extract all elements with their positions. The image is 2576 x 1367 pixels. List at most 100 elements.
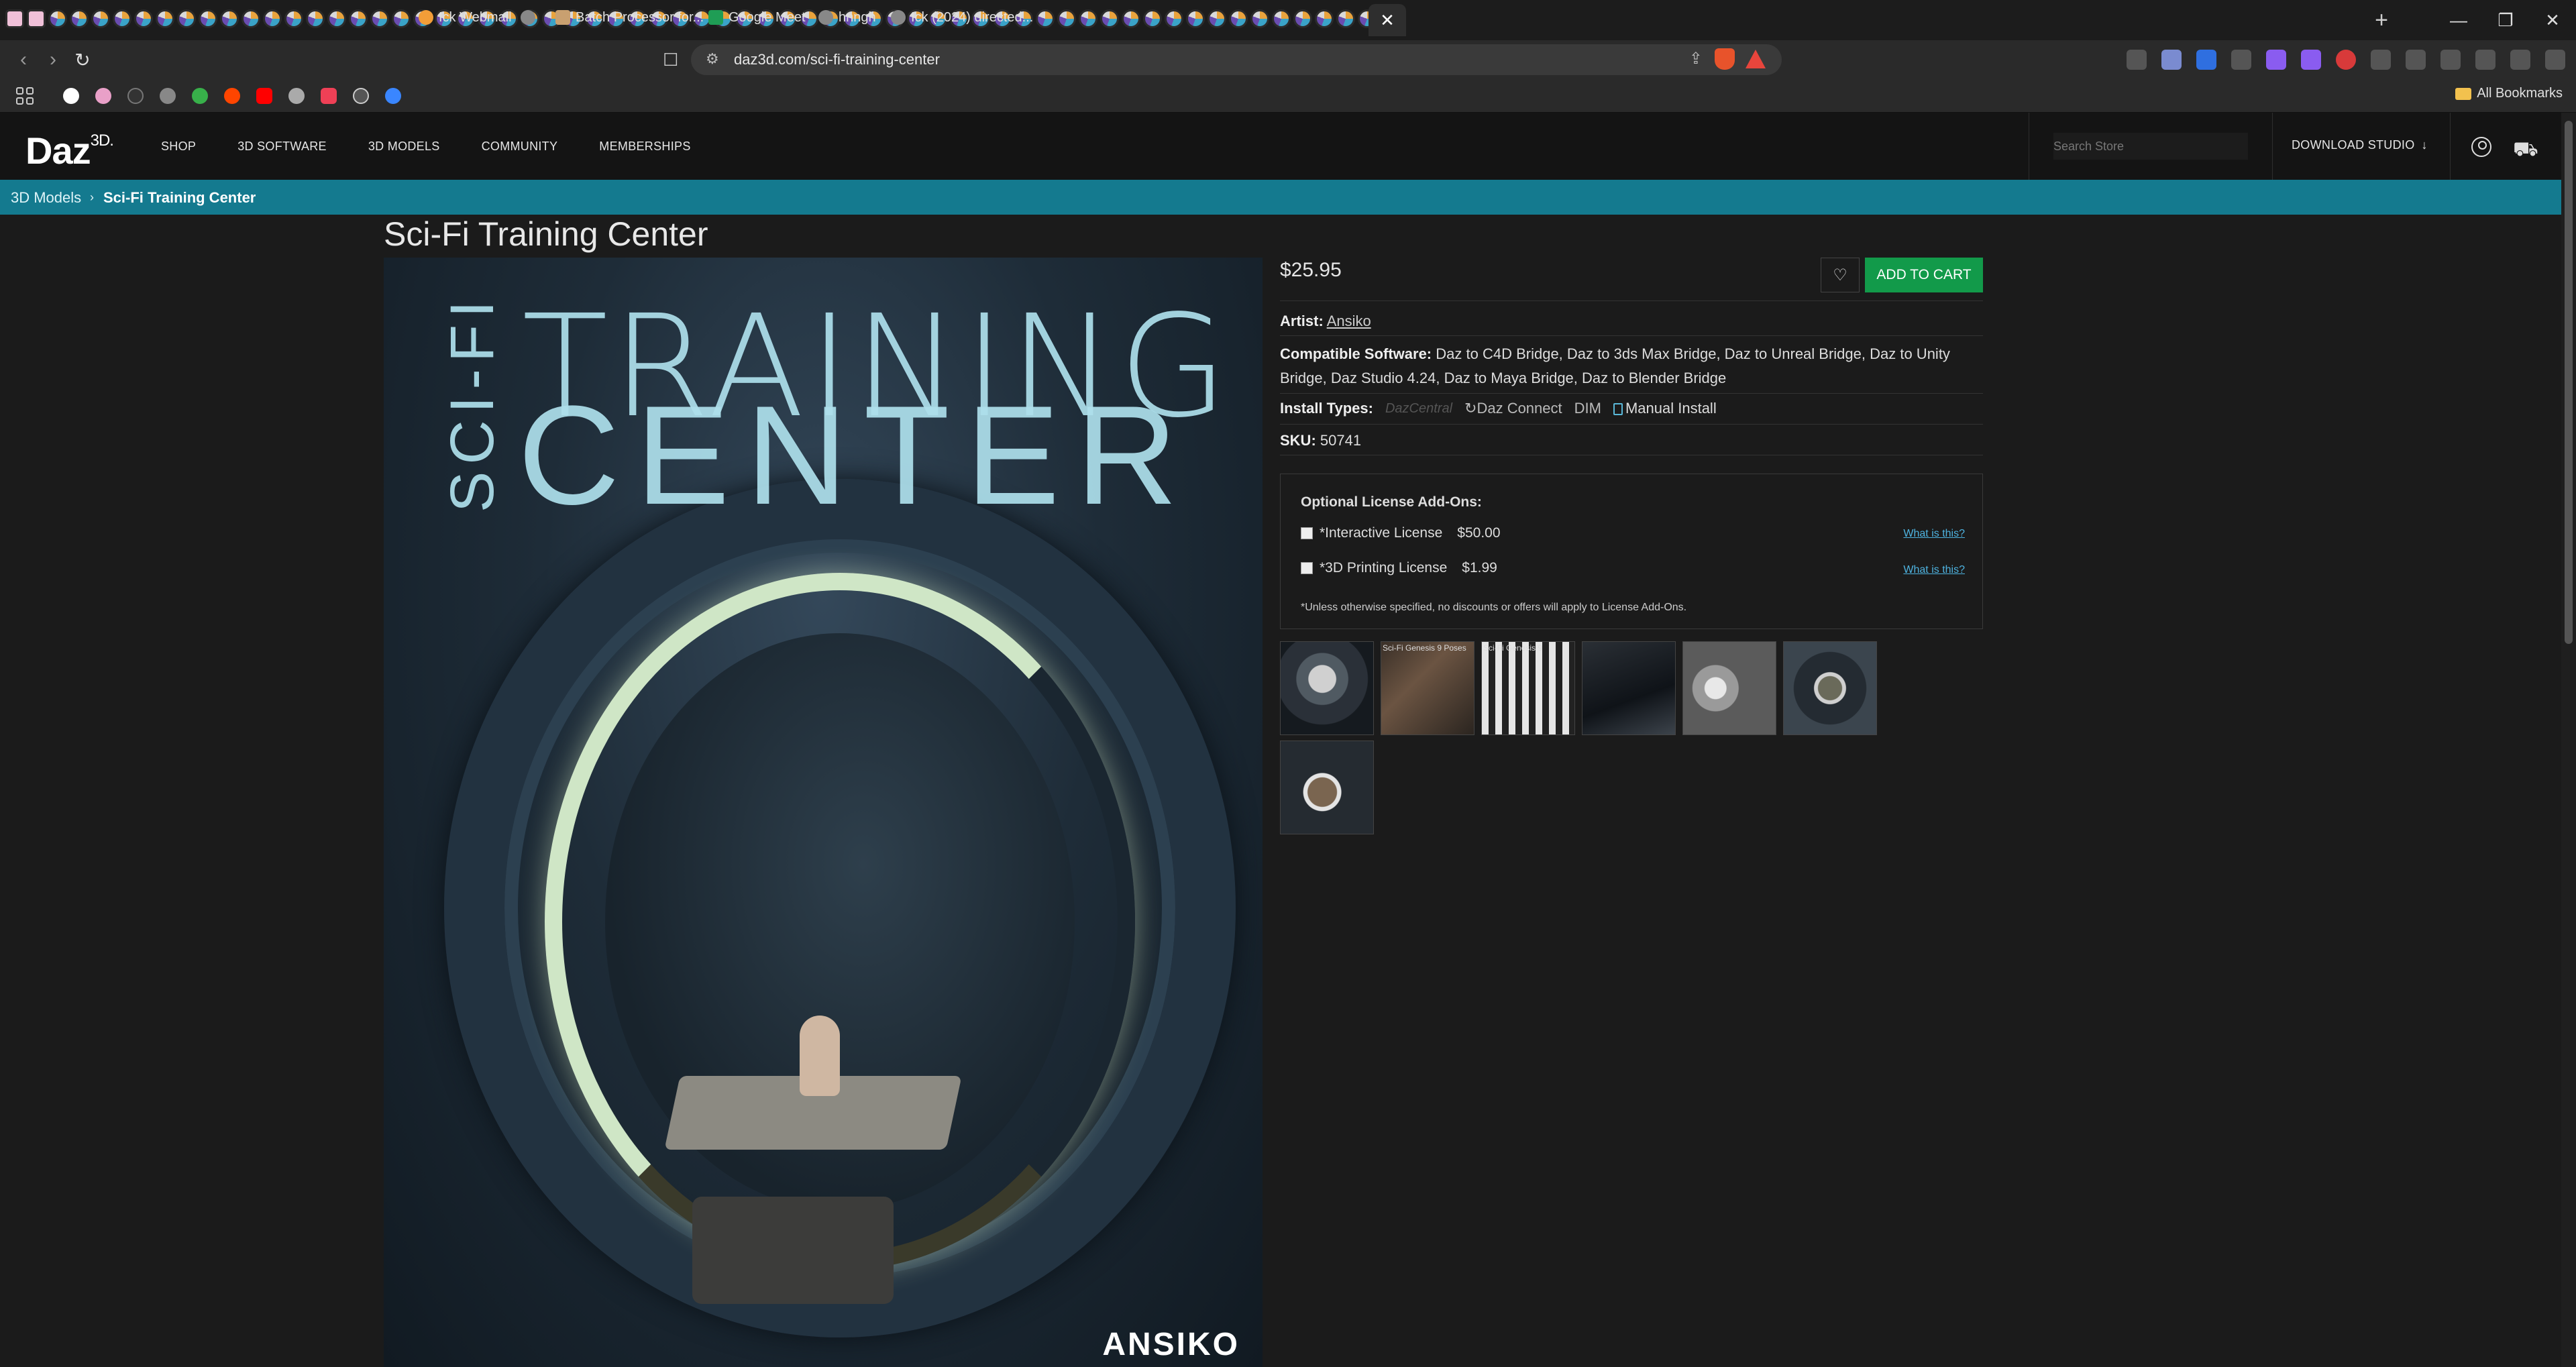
bookmark-icon[interactable] xyxy=(353,88,369,104)
vpn-icon[interactable] xyxy=(2545,50,2565,70)
bookmark-ick-webmail[interactable]: Ick Webmail xyxy=(419,8,512,27)
product-main-image[interactable]: TRAINING CENTER SCI-FI ANSIKO xyxy=(384,258,1263,1367)
bookmark-icon[interactable] xyxy=(288,88,305,104)
download-studio-button[interactable]: DOWNLOAD STUDIO ↓ xyxy=(2292,138,2428,152)
3d-printing-license-row[interactable]: *3D Printing License $1.99 xyxy=(1301,560,1497,576)
add-to-cart-button[interactable]: ADD TO CART xyxy=(1865,258,1983,292)
minimize-icon[interactable]: — xyxy=(2435,0,2482,40)
tab-favicon[interactable] xyxy=(1122,9,1140,28)
3d-printing-license-checkbox[interactable] xyxy=(1301,562,1313,574)
tab-favicon[interactable] xyxy=(134,9,153,28)
google-icon[interactable] xyxy=(63,88,79,104)
tab-favicon[interactable] xyxy=(349,9,368,28)
bookmark-icon[interactable] xyxy=(192,88,208,104)
what-is-this-link[interactable]: What is this? xyxy=(1903,528,1965,540)
active-tab-close-icon[interactable]: ✕ xyxy=(1368,4,1406,36)
extension-icon[interactable] xyxy=(2371,50,2391,70)
tab-favicon[interactable] xyxy=(1293,9,1312,28)
bookmark-hnngh[interactable]: hnngh xyxy=(818,8,876,27)
extension-icon[interactable] xyxy=(2231,50,2251,70)
cart-icon[interactable]: ⛟ xyxy=(2513,138,2538,164)
extension-icon[interactable] xyxy=(2336,50,2356,70)
bookmark-icon[interactable] xyxy=(160,88,176,104)
tab-favicon[interactable] xyxy=(177,9,196,28)
thumbnail[interactable] xyxy=(1783,641,1877,735)
tab-favicon[interactable] xyxy=(91,9,110,28)
tab-favicon[interactable] xyxy=(70,9,89,28)
tab-favicon[interactable] xyxy=(48,9,67,28)
nav-memberships[interactable]: MEMBERSHIPS xyxy=(599,140,690,154)
artist-link[interactable]: Ansiko xyxy=(1327,313,1371,329)
bookmark-globe-icon[interactable] xyxy=(521,8,535,27)
tab-favicon[interactable] xyxy=(1336,9,1355,28)
new-tab-icon[interactable]: + xyxy=(2368,7,2395,34)
reload-icon[interactable]: ↻ xyxy=(68,46,97,74)
thumbnail[interactable] xyxy=(1582,641,1676,735)
tab-favicon[interactable] xyxy=(306,9,325,28)
tab-favicon[interactable] xyxy=(241,9,260,28)
tab-favicon[interactable] xyxy=(1250,9,1269,28)
tab-favicon[interactable] xyxy=(1186,9,1205,28)
tab-favicon[interactable] xyxy=(1143,9,1162,28)
tab-favicon[interactable] xyxy=(1079,9,1097,28)
bookmark-batch-processor[interactable]: Batch Processor for... xyxy=(555,8,704,27)
nav-3d-models[interactable]: 3D MODELS xyxy=(368,140,440,154)
tab-favicon[interactable] xyxy=(284,9,303,28)
sidebar-icon[interactable] xyxy=(2440,50,2461,70)
back-icon[interactable]: ‹ xyxy=(9,46,38,74)
leo-ai-icon[interactable] xyxy=(2510,50,2530,70)
tab-favicon[interactable] xyxy=(220,9,239,28)
brave-rewards-icon[interactable] xyxy=(1746,50,1766,68)
extensions-puzzle-icon[interactable] xyxy=(2406,50,2426,70)
search-input[interactable] xyxy=(2053,133,2248,160)
nav-3d-software[interactable]: 3D SOFTWARE xyxy=(237,140,327,154)
site-settings-icon[interactable]: ⚙ xyxy=(706,50,719,68)
close-window-icon[interactable]: ✕ xyxy=(2529,0,2576,40)
bookmark-ick-2024[interactable]: Ick (2024) directed... xyxy=(891,8,1033,27)
tab-favicon[interactable] xyxy=(1100,9,1119,28)
breadcrumb-3d-models[interactable]: 3D Models xyxy=(11,189,81,207)
extension-icon[interactable] xyxy=(2301,50,2321,70)
extension-icon[interactable] xyxy=(2161,50,2182,70)
reddit-icon[interactable] xyxy=(224,88,240,104)
extension-icon[interactable] xyxy=(2266,50,2286,70)
thumbnail[interactable]: Sci-Fi Genesis 9 xyxy=(1481,641,1575,735)
tab-favicon[interactable] xyxy=(5,9,24,28)
bookmark-icon[interactable] xyxy=(95,88,111,104)
nav-shop[interactable]: SHOP xyxy=(161,140,196,154)
bookmark-icon[interactable] xyxy=(127,88,144,104)
bookmark-icon[interactable] xyxy=(385,88,401,104)
tab-favicon[interactable] xyxy=(1057,9,1076,28)
tab-favicon[interactable] xyxy=(1208,9,1226,28)
what-is-this-link[interactable]: What is this? xyxy=(1903,564,1965,576)
restore-icon[interactable]: ❐ xyxy=(2482,0,2529,40)
tab-favicon[interactable] xyxy=(392,9,411,28)
tab-favicon[interactable] xyxy=(199,9,217,28)
wishlist-heart-icon[interactable]: ♡ xyxy=(1821,258,1860,292)
tab-favicon[interactable] xyxy=(1229,9,1248,28)
tab-favicon[interactable] xyxy=(1165,9,1183,28)
nav-community[interactable]: COMMUNITY xyxy=(482,140,558,154)
brave-shields-icon[interactable] xyxy=(1715,48,1735,70)
thumbnail[interactable] xyxy=(1682,641,1776,735)
all-bookmarks[interactable]: All Bookmarks xyxy=(2455,86,2563,101)
bookmark-icon[interactable]: ☐ xyxy=(663,50,678,70)
tab-favicon[interactable] xyxy=(263,9,282,28)
daz-logo[interactable]: Daz3D. xyxy=(25,129,114,172)
tab-favicon[interactable] xyxy=(370,9,389,28)
translate-icon[interactable] xyxy=(2196,50,2216,70)
youtube-icon[interactable] xyxy=(256,88,272,104)
interactive-license-checkbox[interactable] xyxy=(1301,527,1313,539)
pocket-icon[interactable] xyxy=(321,88,337,104)
tab-favicon[interactable] xyxy=(1272,9,1291,28)
apps-grid-icon[interactable] xyxy=(16,87,34,105)
address-bar[interactable]: ⚙ daz3d.com/sci-fi-training-center ⇪ xyxy=(691,44,1782,75)
tab-favicon[interactable] xyxy=(156,9,174,28)
tab-favicon[interactable] xyxy=(113,9,131,28)
url-text[interactable]: daz3d.com/sci-fi-training-center xyxy=(734,51,940,68)
scrollbar-thumb[interactable] xyxy=(2565,121,2573,644)
extension-icon[interactable] xyxy=(2127,50,2147,70)
tab-favicon[interactable] xyxy=(327,9,346,28)
tab-favicon[interactable] xyxy=(1036,9,1055,28)
thumbnail[interactable] xyxy=(1280,641,1374,735)
